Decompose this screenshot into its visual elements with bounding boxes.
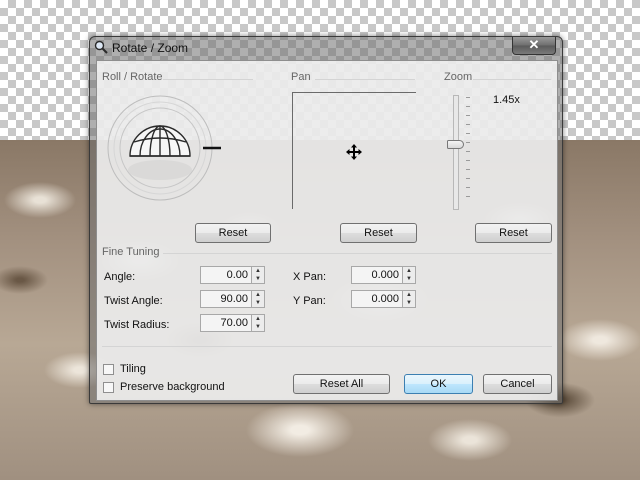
spin-up-icon[interactable]: ▲	[403, 291, 415, 299]
dialog-titlebar[interactable]: Rotate / Zoom ✕	[90, 37, 562, 59]
spin-up-icon[interactable]: ▲	[252, 315, 264, 323]
twist-angle-input[interactable]	[200, 290, 252, 308]
y-pan-input[interactable]	[351, 290, 403, 308]
preserve-background-checkbox[interactable]: Preserve background	[103, 381, 225, 393]
reset-pan-button[interactable]: Reset	[340, 223, 417, 243]
twist-radius-spin-buttons[interactable]: ▲ ▼	[252, 314, 265, 332]
spin-down-icon[interactable]: ▼	[252, 275, 264, 283]
rotation-wheel[interactable]	[107, 92, 223, 208]
globe-icon	[129, 125, 191, 157]
zoom-separator	[473, 79, 551, 80]
magnifier-icon	[94, 40, 108, 54]
spin-up-icon[interactable]: ▲	[403, 267, 415, 275]
zoom-slider-track[interactable]	[453, 95, 459, 210]
fine-tuning-separator	[163, 253, 552, 254]
twist-radius-label: Twist Radius:	[104, 319, 170, 331]
pan-separator	[315, 79, 415, 80]
reset-zoom-button[interactable]: Reset	[475, 223, 552, 243]
roll-rotate-section-label: Roll / Rotate	[102, 71, 163, 83]
spin-down-icon[interactable]: ▼	[252, 299, 264, 307]
twist-angle-spin-buttons[interactable]: ▲ ▼	[252, 290, 265, 308]
reset-all-button[interactable]: Reset All	[293, 374, 390, 394]
move-cursor-icon	[346, 144, 362, 160]
y-pan-spinner: ▲ ▼	[351, 290, 417, 308]
reset-rotate-button[interactable]: Reset	[195, 223, 271, 243]
fine-tuning-section-label: Fine Tuning	[102, 246, 160, 258]
twist-radius-input[interactable]	[200, 314, 252, 332]
tiling-checkbox[interactable]: Tiling	[103, 363, 146, 375]
zoom-slider-thumb[interactable]	[447, 140, 464, 149]
spin-down-icon[interactable]: ▼	[403, 299, 415, 307]
roll-separator	[163, 79, 253, 80]
y-pan-label: Y Pan:	[293, 295, 326, 307]
zoom-value-label: 1.45x	[493, 94, 520, 106]
y-pan-spin-buttons[interactable]: ▲ ▼	[403, 290, 416, 308]
angle-input[interactable]	[200, 266, 252, 284]
spin-down-icon[interactable]: ▼	[403, 275, 415, 283]
preserve-background-checkbox-box[interactable]	[103, 381, 114, 393]
spin-up-icon[interactable]: ▲	[252, 291, 264, 299]
pan-section-label: Pan	[291, 71, 311, 83]
x-pan-label: X Pan:	[293, 271, 327, 283]
preserve-background-label: Preserve background	[120, 381, 225, 393]
x-pan-input[interactable]	[351, 266, 403, 284]
cancel-button[interactable]: Cancel	[483, 374, 552, 394]
options-separator	[102, 346, 552, 347]
zoom-section-label: Zoom	[444, 71, 473, 83]
spin-down-icon[interactable]: ▼	[252, 323, 264, 331]
dialog-title: Rotate / Zoom	[112, 41, 189, 55]
x-pan-spinner: ▲ ▼	[351, 266, 417, 284]
twist-angle-spinner: ▲ ▼	[200, 290, 266, 308]
tiling-label: Tiling	[120, 363, 146, 375]
zoom-slider-ticks	[466, 97, 470, 207]
twist-angle-label: Twist Angle:	[104, 295, 163, 307]
spin-up-icon[interactable]: ▲	[252, 267, 264, 275]
angle-label: Angle:	[104, 271, 136, 283]
angle-spin-buttons[interactable]: ▲ ▼	[252, 266, 265, 284]
rotate-zoom-dialog: Rotate / Zoom ✕ Roll / Rotate Pan Zoom 1…	[89, 36, 563, 404]
close-button[interactable]: ✕	[512, 37, 556, 55]
tiling-checkbox-box[interactable]	[103, 363, 114, 375]
x-pan-spin-buttons[interactable]: ▲ ▼	[403, 266, 416, 284]
pan-area[interactable]	[292, 92, 416, 209]
twist-radius-spinner: ▲ ▼	[200, 314, 266, 332]
angle-spinner: ▲ ▼	[200, 266, 266, 284]
dialog-client-area: Roll / Rotate Pan Zoom 1.45x Reset Reset…	[96, 60, 558, 401]
ok-button[interactable]: OK	[404, 374, 473, 394]
